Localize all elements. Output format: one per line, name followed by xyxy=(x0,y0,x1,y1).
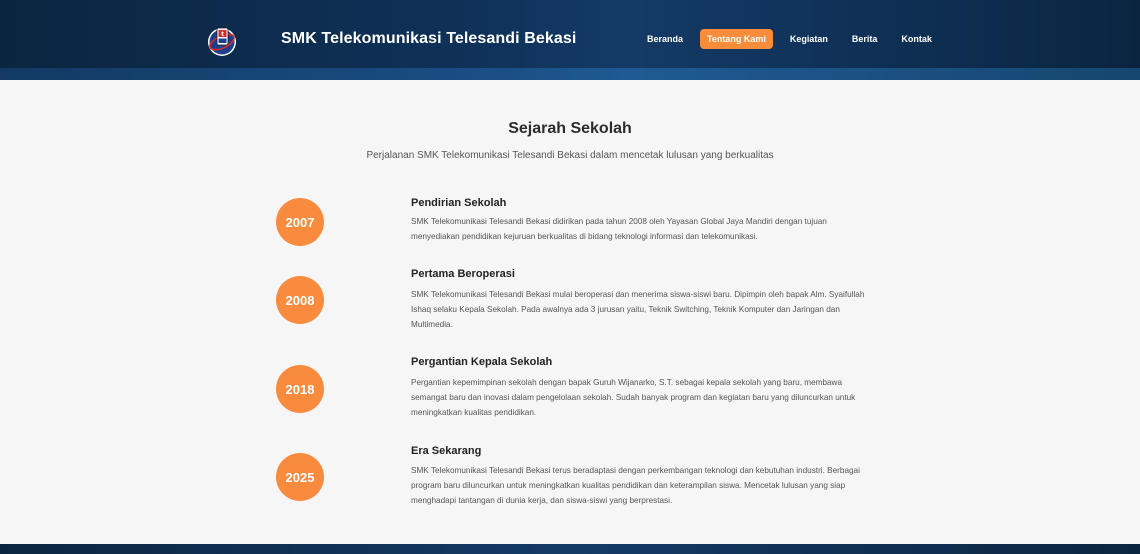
school-logo-icon[interactable]: t xyxy=(203,20,241,58)
description-line: SMK Telekomunikasi Telesandi Bekasi teru… xyxy=(411,466,860,475)
description-line: meningkatkan kualitas pendidikan. xyxy=(411,408,537,417)
timeline-description: SMK Telekomunikasi Telesandi Bekasi didi… xyxy=(411,214,951,244)
nav-berita[interactable]: Berita xyxy=(845,29,885,49)
page: t SMK Telekomunikasi Telesandi Bekasi Be… xyxy=(0,0,1140,554)
main-nav: Beranda Tentang Kami Kegiatan Berita Kon… xyxy=(640,28,949,50)
description-line: semangat baru dan inovasi dalam pengelol… xyxy=(411,393,856,402)
year-badge: 2007 xyxy=(276,198,324,246)
year-badge: 2025 xyxy=(276,453,324,501)
site-footer xyxy=(0,544,1140,554)
timeline-title: Pergantian Kepala Sekolah xyxy=(411,356,553,368)
header-strip xyxy=(0,68,1140,80)
description-line: program baru diluncurkan untuk meningkat… xyxy=(411,481,846,490)
year-badge: 2018 xyxy=(276,365,324,413)
site-header: t SMK Telekomunikasi Telesandi Bekasi Be… xyxy=(0,0,1140,80)
description-line: SMK Telekomunikasi Telesandi Bekasi didi… xyxy=(411,217,827,226)
svg-text:t: t xyxy=(221,31,224,38)
section-subtitle: Perjalanan SMK Telekomunikasi Telesandi … xyxy=(366,150,774,161)
nav-kontak[interactable]: Kontak xyxy=(894,29,939,49)
description-line: Pergantian kepemimpinan sekolah dengan b… xyxy=(411,378,843,387)
timeline-title: Era Sekarang xyxy=(411,445,482,457)
timeline-description: SMK Telekomunikasi Telesandi Bekasi mula… xyxy=(411,287,951,332)
brand-title[interactable]: SMK Telekomunikasi Telesandi Bekasi xyxy=(281,30,576,48)
timeline-title: Pertama Beroperasi xyxy=(411,268,515,280)
nav-beranda[interactable]: Beranda xyxy=(640,29,690,49)
year-badge: 2008 xyxy=(276,276,324,324)
description-line: Ishaq selaku Kepala Sekolah. Pada awalny… xyxy=(411,305,840,314)
description-line: Multimedia. xyxy=(411,320,453,329)
description-line: menghadapi tantangan di dunia kerja, dan… xyxy=(411,496,673,505)
section-title: Sejarah Sekolah xyxy=(508,120,632,137)
timeline-description: SMK Telekomunikasi Telesandi Bekasi teru… xyxy=(411,463,951,508)
history-section: Sejarah Sekolah Perjalanan SMK Telekomun… xyxy=(0,80,1140,544)
timeline-description: Pergantian kepemimpinan sekolah dengan b… xyxy=(411,375,951,420)
timeline-title: Pendirian Sekolah xyxy=(411,197,507,209)
nav-tentang-kami[interactable]: Tentang Kami xyxy=(700,29,773,49)
nav-kegiatan[interactable]: Kegiatan xyxy=(783,29,835,49)
description-line: SMK Telekomunikasi Telesandi Bekasi mula… xyxy=(411,290,865,299)
description-line: menyediakan pendidikan kejuruan berkuali… xyxy=(411,232,758,241)
